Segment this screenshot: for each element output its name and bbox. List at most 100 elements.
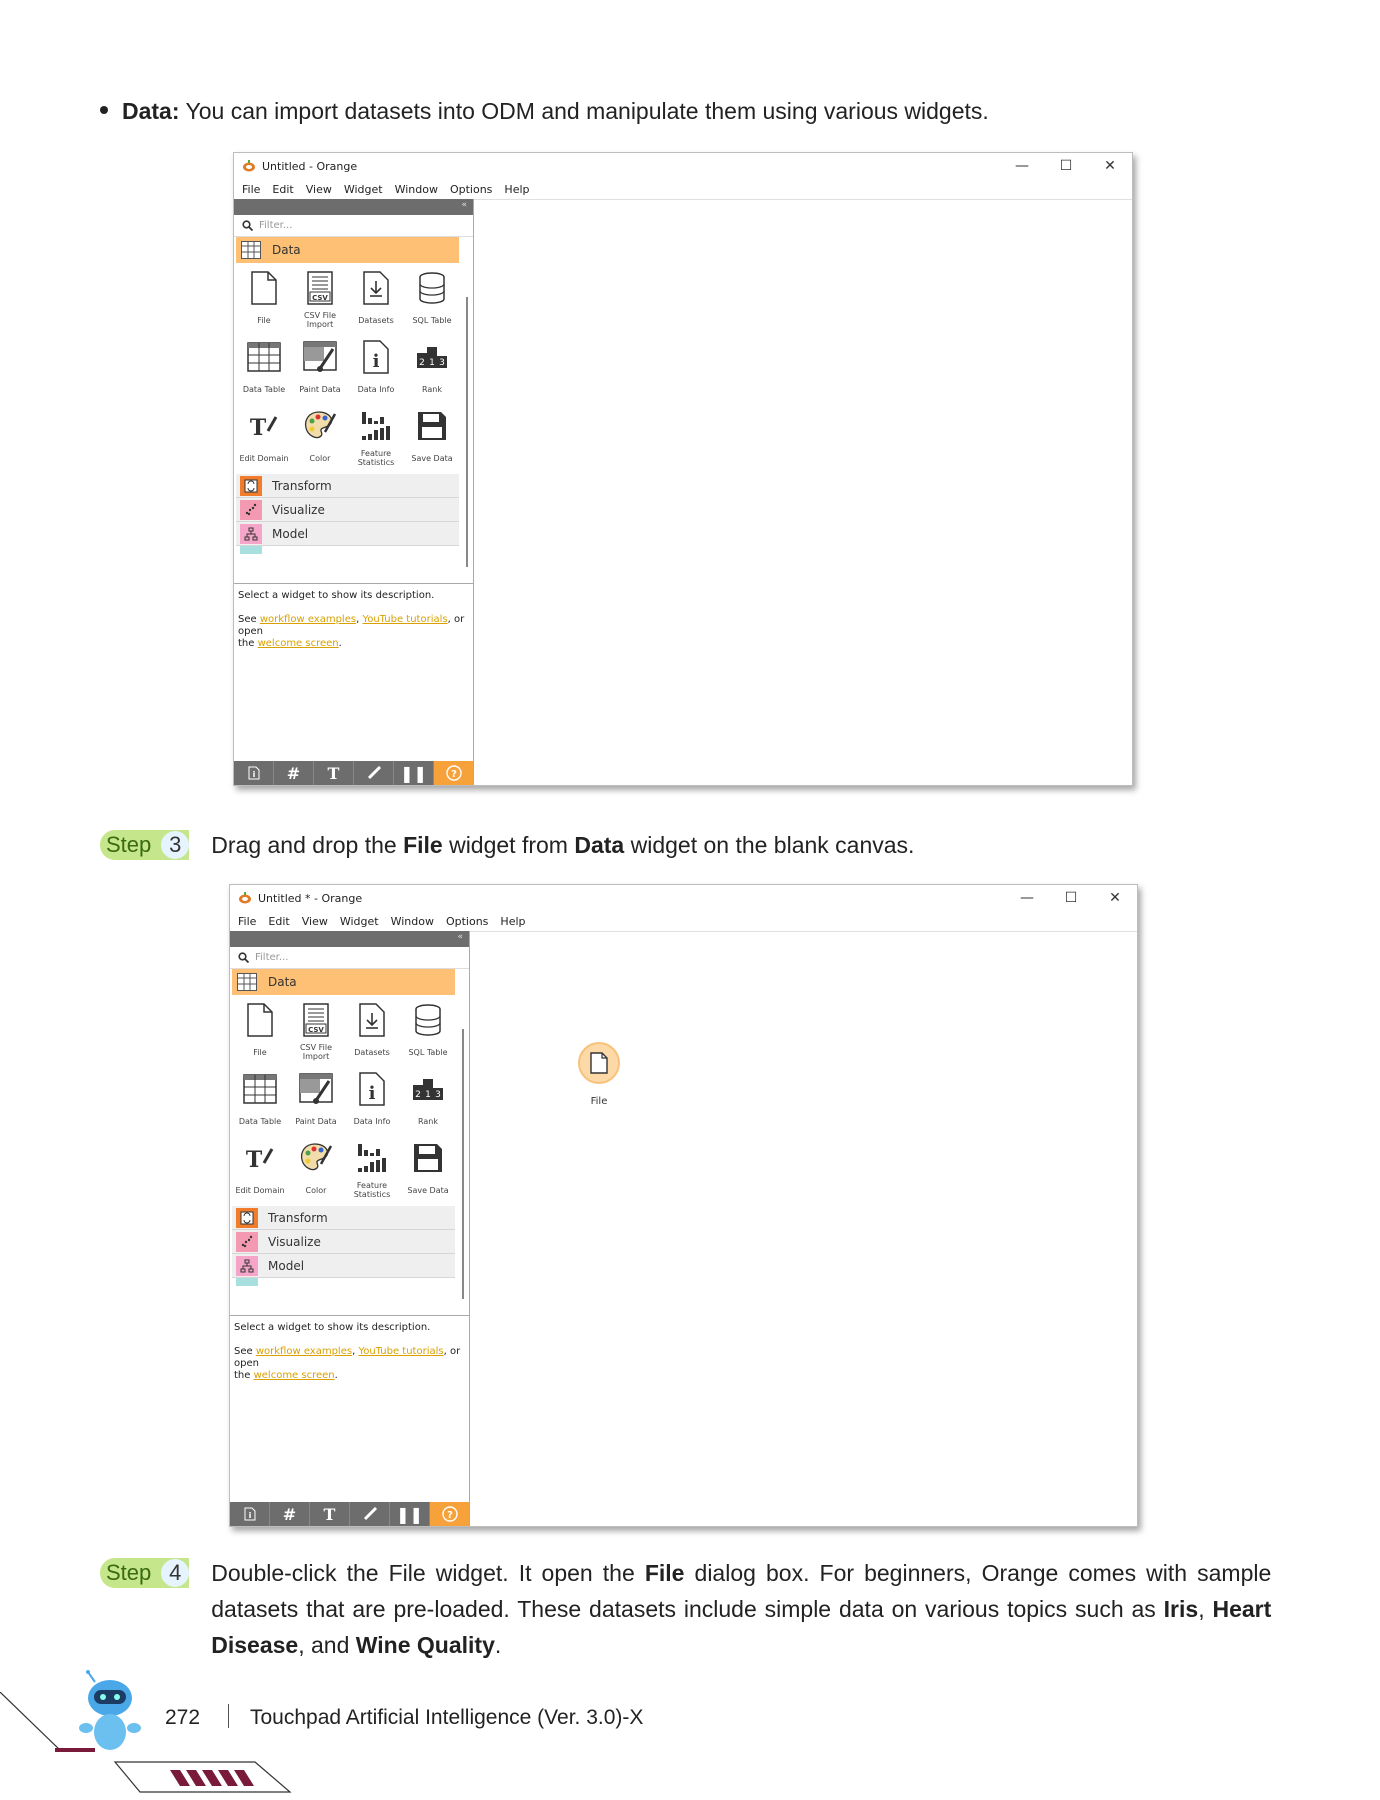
widget-datasets[interactable]: Datasets	[348, 267, 404, 336]
menu-edit[interactable]: Edit	[272, 183, 293, 196]
widget-data-table[interactable]: Data Table	[236, 336, 292, 405]
menu-view[interactable]: View	[302, 915, 328, 928]
info-button[interactable]: i	[234, 761, 274, 785]
widget-label: Data Table	[242, 384, 286, 394]
widget-save-data[interactable]: Save Data	[404, 405, 460, 474]
youtube-tutorials-link[interactable]: YouTube tutorials	[362, 614, 447, 625]
close-button[interactable]: ✕	[1088, 158, 1132, 174]
collapse-button[interactable]: «	[457, 932, 463, 942]
text-button[interactable]: T	[314, 761, 354, 785]
widget-label: Rank	[422, 384, 442, 394]
menu-widget[interactable]: Widget	[340, 915, 379, 928]
workflow-examples-link[interactable]: workflow examples	[256, 1346, 352, 1357]
svg-text:i: i	[252, 770, 255, 779]
category-transform[interactable]: Transform	[236, 474, 459, 498]
text-button[interactable]: T	[310, 1502, 350, 1526]
rank-icon: 213	[413, 1079, 443, 1100]
step-badge: Step 4	[100, 1558, 190, 1588]
info-button[interactable]: i	[230, 1502, 270, 1526]
help-button[interactable]: ?	[430, 1502, 469, 1526]
widget-feature-statistics[interactable]: Feature Statistics	[348, 405, 404, 474]
menu-edit[interactable]: Edit	[268, 915, 289, 928]
widget-csv-file-import[interactable]: CSV CSV File Import	[292, 267, 348, 336]
widget-label: Feature Statistics	[353, 1181, 391, 1199]
workflow-canvas[interactable]	[474, 199, 1132, 785]
pen-icon	[363, 1507, 377, 1521]
category-transform[interactable]: Transform	[232, 1206, 455, 1230]
file-node[interactable]: File	[578, 1042, 620, 1107]
welcome-screen-link[interactable]: welcome screen	[258, 638, 339, 649]
menu-file[interactable]: File	[242, 183, 260, 196]
dock-scrollbar[interactable]	[462, 1029, 464, 1299]
filter-input[interactable]: Filter...	[230, 947, 469, 969]
maximize-button[interactable]: ☐	[1049, 890, 1093, 906]
menu-window[interactable]: Window	[395, 183, 438, 196]
workflow-examples-link[interactable]: workflow examples	[260, 614, 356, 625]
minimize-button[interactable]: —	[1005, 890, 1049, 906]
minimize-button[interactable]: —	[1000, 158, 1044, 174]
menu-options[interactable]: Options	[446, 915, 488, 928]
widget-edit-domain[interactable]: T Edit Domain	[236, 405, 292, 474]
widget-label: Paint Data	[299, 384, 341, 394]
welcome-screen-link[interactable]: welcome screen	[254, 1370, 335, 1381]
pen-button[interactable]	[350, 1502, 390, 1526]
orange-app-icon	[243, 160, 255, 172]
grid-button[interactable]: #	[274, 761, 314, 785]
workflow-canvas[interactable]: File	[470, 931, 1137, 1526]
statistics-icon	[362, 412, 390, 440]
widget-sql-table[interactable]: SQL Table	[404, 267, 460, 336]
widget-label: Data Table	[238, 1116, 282, 1126]
widget-label: Data Info	[357, 384, 395, 394]
widget-paint-data[interactable]: Paint Data	[292, 336, 348, 405]
close-button[interactable]: ✕	[1093, 890, 1137, 906]
widget-color[interactable]: Color	[288, 1137, 344, 1206]
menu-view[interactable]: View	[306, 183, 332, 196]
widget-data-info[interactable]: i Data Info	[344, 1068, 400, 1137]
widget-color[interactable]: Color	[292, 405, 348, 474]
menu-help[interactable]: Help	[500, 915, 525, 928]
widget-label: Rank	[418, 1116, 438, 1126]
file-node-circle[interactable]	[578, 1042, 620, 1084]
widget-file[interactable]: File	[232, 999, 288, 1068]
category-visualize[interactable]: Visualize	[232, 1230, 455, 1254]
dock-toolbar: i # T ❚❚ ?	[230, 1502, 469, 1526]
grid-button[interactable]: #	[270, 1502, 310, 1526]
category-model[interactable]: Model	[236, 522, 459, 546]
widget-datasets[interactable]: Datasets	[344, 999, 400, 1068]
maximize-button[interactable]: ☐	[1044, 158, 1088, 174]
pen-button[interactable]	[354, 761, 394, 785]
category-visualize[interactable]: Visualize	[236, 498, 459, 522]
category-partial	[236, 546, 459, 554]
menu-help[interactable]: Help	[504, 183, 529, 196]
widget-edit-domain[interactable]: T Edit Domain	[232, 1137, 288, 1206]
youtube-tutorials-link[interactable]: YouTube tutorials	[358, 1346, 443, 1357]
widget-file[interactable]: File	[236, 267, 292, 336]
widget-data-info[interactable]: i Data Info	[348, 336, 404, 405]
category-model[interactable]: Model	[232, 1254, 455, 1278]
edit-domain-icon: T	[246, 1147, 274, 1171]
widget-rank[interactable]: 2 1 3 Rank	[404, 336, 460, 405]
menu-options[interactable]: Options	[450, 183, 492, 196]
scatter-icon	[236, 1231, 258, 1252]
pause-button[interactable]: ❚❚	[390, 1502, 430, 1526]
pause-button[interactable]: ❚❚	[394, 761, 434, 785]
widget-csv-file-import[interactable]: CSV CSV File Import	[288, 999, 344, 1068]
help-button[interactable]: ?	[434, 761, 473, 785]
widget-rank[interactable]: 2 1 3 Rank	[400, 1068, 456, 1137]
category-data[interactable]: Data	[236, 237, 459, 263]
bullet-data: Data: You can import datasets into ODM a…	[100, 98, 989, 125]
widget-data-table[interactable]: Data Table	[232, 1068, 288, 1137]
menu-window[interactable]: Window	[391, 915, 434, 928]
widget-sql-table[interactable]: SQL Table	[400, 999, 456, 1068]
filter-input[interactable]: Filter...	[234, 215, 473, 237]
widget-grid: File CSV CSV File Import Datasets SQL Tab…	[234, 263, 473, 474]
widget-paint-data[interactable]: Paint Data	[288, 1068, 344, 1137]
menu-widget[interactable]: Widget	[344, 183, 383, 196]
collapse-button[interactable]: «	[461, 200, 467, 210]
widget-save-data[interactable]: Save Data	[400, 1137, 456, 1206]
category-data[interactable]: Data	[232, 969, 455, 995]
menu-file[interactable]: File	[238, 915, 256, 928]
widget-label: Edit Domain	[239, 453, 289, 463]
widget-feature-statistics[interactable]: Feature Statistics	[344, 1137, 400, 1206]
dock-scrollbar[interactable]	[466, 297, 468, 567]
